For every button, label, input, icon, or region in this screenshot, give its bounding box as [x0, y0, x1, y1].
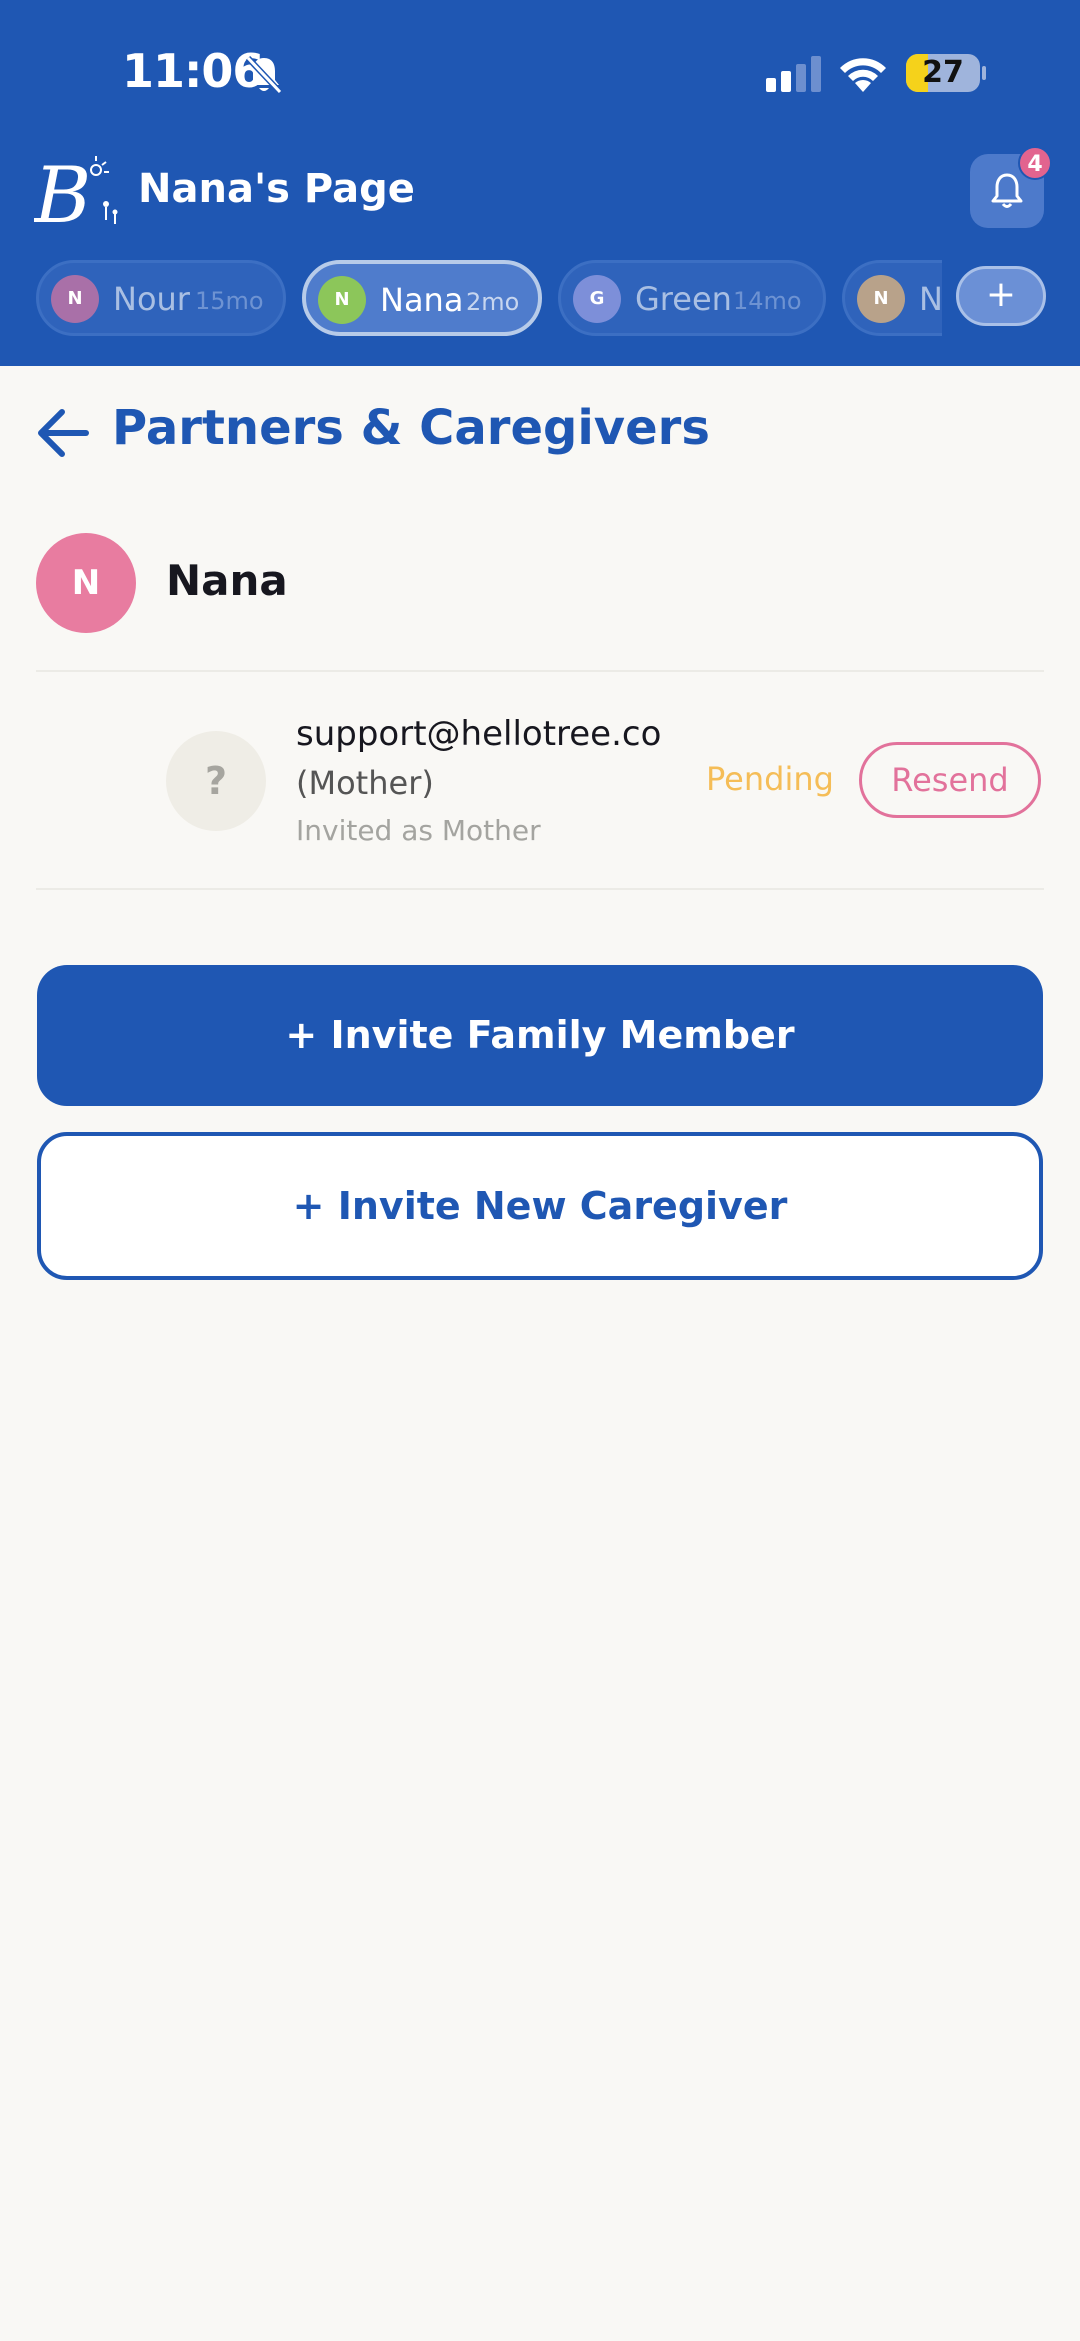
bell-icon — [991, 173, 1023, 208]
divider — [36, 888, 1044, 890]
notification-count-badge: 4 — [1018, 146, 1052, 180]
add-child-button[interactable]: + — [956, 266, 1046, 326]
bell-muted-icon — [245, 55, 283, 95]
child-avatar: N — [857, 275, 905, 323]
svg-text:B: B — [34, 151, 91, 232]
status-time: 11:06 — [122, 44, 264, 98]
battery-icon: 27 — [906, 54, 980, 92]
app-logo: B — [34, 151, 118, 232]
resend-button[interactable]: Resend — [859, 742, 1041, 818]
child-name: Green — [635, 280, 732, 318]
status-badge: Pending — [706, 760, 834, 798]
child-avatar: N — [51, 275, 99, 323]
child-age: 15mo — [195, 287, 264, 315]
divider — [36, 670, 1044, 672]
child-age: 2mo — [466, 288, 520, 316]
wifi-icon — [840, 58, 886, 92]
invite-family-member-button[interactable]: + Invite Family Member — [37, 965, 1043, 1106]
child-chip-green[interactable]: G Green 14mo — [558, 260, 826, 336]
unknown-user-avatar: ? — [166, 731, 266, 831]
app-header: 11:06 27 B Nana's Page 4 N Nour 15mo N N… — [0, 0, 1080, 366]
cellular-signal-icon — [766, 56, 821, 92]
baby-name: Nana — [166, 556, 288, 605]
child-name: Nana — [380, 281, 464, 319]
child-avatar: N — [318, 276, 366, 324]
child-chip-nana[interactable]: N Nana 2mo — [302, 260, 542, 336]
child-chip-nour[interactable]: N Nour 15mo — [36, 260, 286, 336]
child-name: Ne — [919, 280, 942, 318]
section-title: Partners & Caregivers — [112, 400, 710, 456]
page-title: Nana's Page — [138, 166, 415, 212]
child-age: 14mo — [733, 287, 802, 315]
battery-level: 27 — [922, 55, 964, 90]
invite-email: support@hellotree.co — [296, 714, 662, 754]
child-name: Nour — [113, 280, 190, 318]
invite-relation: (Mother) — [296, 764, 434, 802]
invite-new-caregiver-button[interactable]: + Invite New Caregiver — [37, 1132, 1043, 1280]
invite-note: Invited as Mother — [296, 814, 541, 847]
back-arrow-icon[interactable] — [36, 408, 90, 458]
child-avatar: G — [573, 275, 621, 323]
baby-avatar: N — [36, 533, 136, 633]
child-chip-partial[interactable]: N Ne — [842, 260, 942, 336]
